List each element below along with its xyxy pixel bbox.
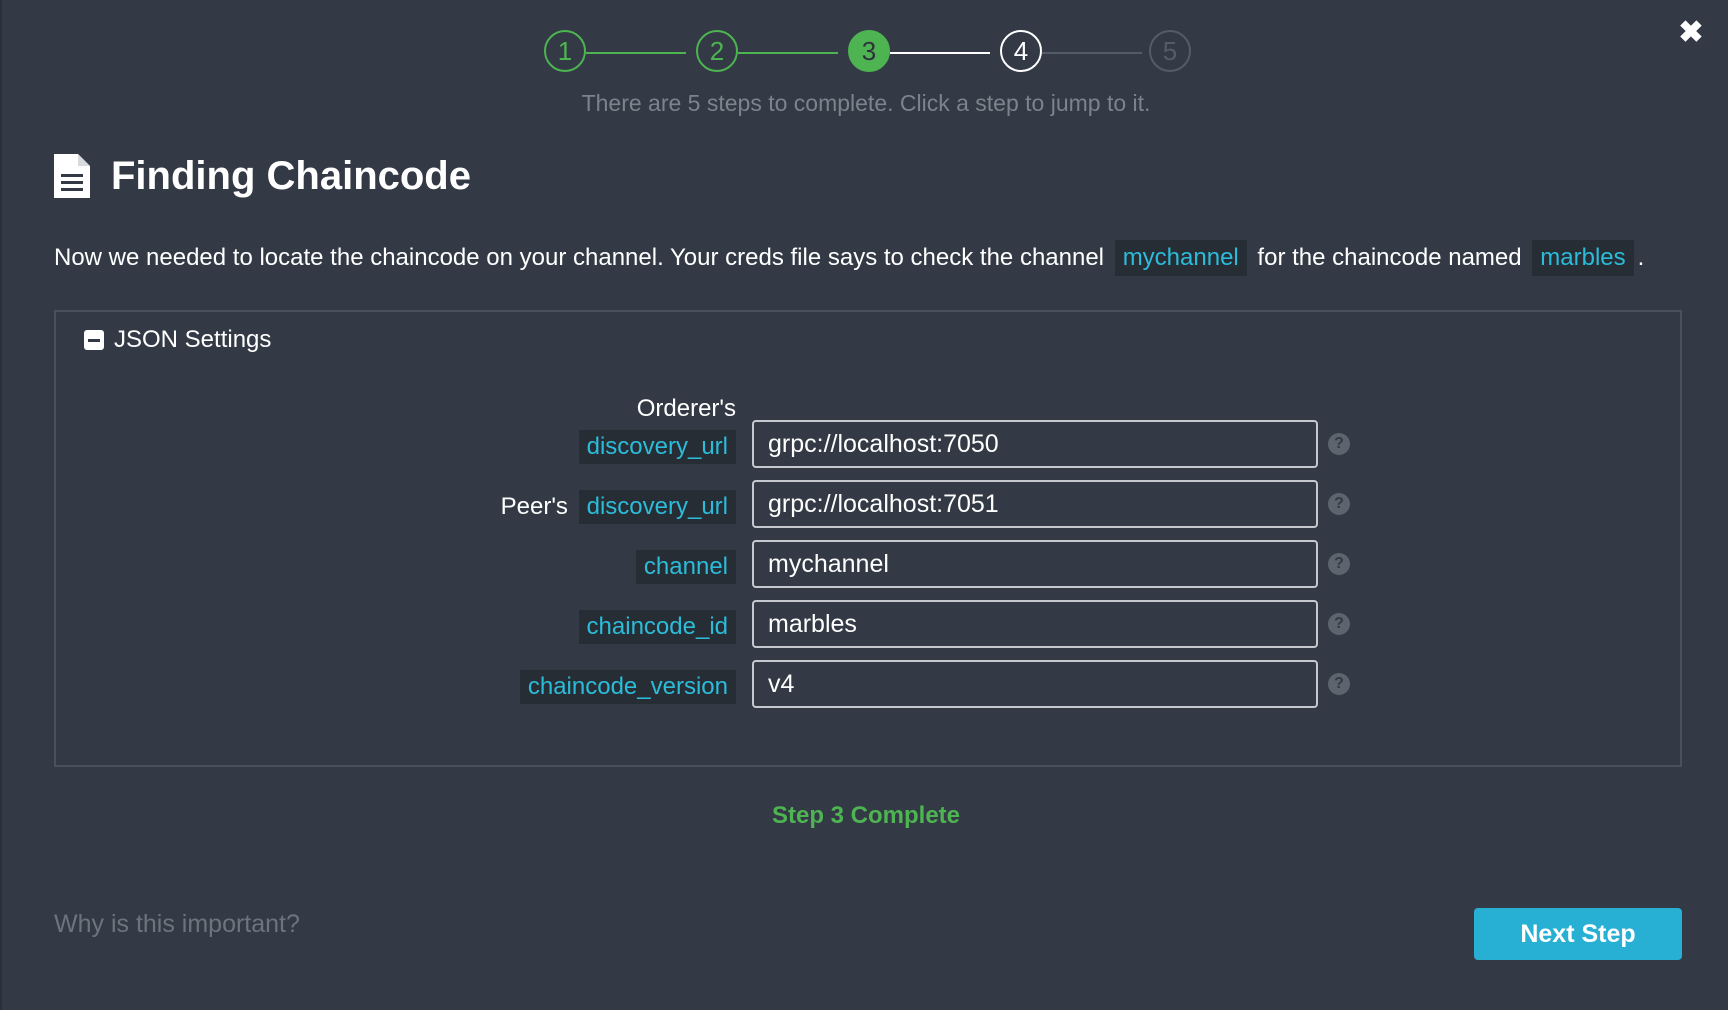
step-connector xyxy=(890,52,990,54)
channel-input[interactable] xyxy=(752,540,1318,588)
chaincode-version-label: chaincode_version xyxy=(436,670,736,704)
help-icon[interactable]: ? xyxy=(1328,553,1350,575)
step-4-circle[interactable]: 4 xyxy=(1000,30,1042,72)
channel-label-row: channel xyxy=(426,550,736,586)
step-connector xyxy=(738,52,838,54)
step-3-circle[interactable]: 3 xyxy=(848,30,890,72)
orderer-prefix-row: Orderer's xyxy=(426,392,736,426)
page-title: Finding Chaincode xyxy=(111,154,471,198)
chaincode-id-input[interactable] xyxy=(752,600,1318,648)
chaincode-version-key: chaincode_version xyxy=(519,670,736,704)
json-settings-panel: JSON Settings Orderer's discovery_url ? … xyxy=(54,310,1682,767)
stepper-hint: There are 5 steps to complete. Click a s… xyxy=(581,90,1151,116)
orderer-prefix-label: Orderer's xyxy=(636,395,736,422)
step-2-circle[interactable]: 2 xyxy=(696,30,738,72)
help-icon[interactable]: ? xyxy=(1328,493,1350,515)
chaincode-version-label-row: chaincode_version xyxy=(426,670,736,706)
collapse-icon[interactable] xyxy=(84,330,104,350)
help-icon[interactable]: ? xyxy=(1328,433,1350,455)
chaincode-id-label-row: chaincode_id xyxy=(426,610,736,646)
step-status: Step 3 Complete xyxy=(771,802,961,829)
description-part1: Now we needed to locate the chaincode on… xyxy=(54,244,1105,271)
peer-url-key: discovery_url xyxy=(578,490,736,524)
peer-url-label: Peer's discovery_url xyxy=(426,490,736,524)
wizard-dialog: ✖ 1 2 3 4 5 There are 5 steps to complet… xyxy=(0,0,1728,1010)
json-settings-toggle[interactable]: JSON Settings xyxy=(84,324,271,356)
step-connector xyxy=(586,52,686,54)
why-important-link[interactable]: Why is this important? xyxy=(54,910,300,939)
chaincode-id-label: chaincode_id xyxy=(436,610,736,644)
orderer-url-label-row: discovery_url xyxy=(426,430,736,466)
orderer-url-label: discovery_url xyxy=(436,430,736,464)
step-5-circle[interactable]: 5 xyxy=(1149,30,1191,72)
chaincode-version-input[interactable] xyxy=(752,660,1318,708)
peer-discovery-url-input[interactable] xyxy=(752,480,1318,528)
channel-key: channel xyxy=(635,550,736,584)
orderer-url-key: discovery_url xyxy=(578,430,736,464)
json-settings-label: JSON Settings xyxy=(114,326,272,353)
help-icon[interactable]: ? xyxy=(1328,673,1350,695)
document-icon xyxy=(54,154,90,198)
step-1-circle[interactable]: 1 xyxy=(544,30,586,72)
help-icon[interactable]: ? xyxy=(1328,613,1350,635)
orderer-discovery-url-input[interactable] xyxy=(752,420,1318,468)
stepper: 1 2 3 4 5 xyxy=(2,30,1728,80)
chaincode-id-key: chaincode_id xyxy=(578,610,736,644)
step-connector xyxy=(1042,52,1142,54)
channel-name-code: mychannel xyxy=(1114,240,1247,276)
channel-label: channel xyxy=(436,550,736,584)
peer-url-label-row: Peer's discovery_url xyxy=(426,490,736,526)
chaincode-name-code: marbles xyxy=(1532,240,1634,276)
next-step-button[interactable]: Next Step xyxy=(1474,908,1682,960)
description-text: Now we needed to locate the chaincode on… xyxy=(54,240,1644,276)
description-part2: for the chaincode named xyxy=(1257,244,1522,271)
peer-prefix-label: Peer's xyxy=(500,493,568,520)
description-part3: . xyxy=(1637,244,1645,271)
